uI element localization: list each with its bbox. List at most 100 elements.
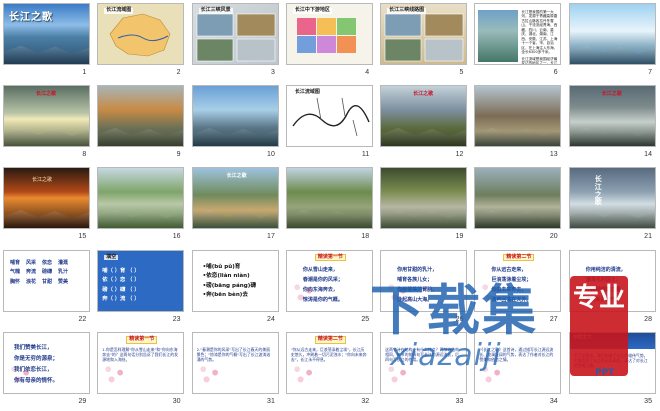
map-graphic	[384, 13, 464, 62]
slide-number: 30	[172, 397, 181, 405]
slide-thumbnail[interactable]: 长江之歌	[568, 85, 656, 148]
slide-thumbnail-cell[interactable]: 精读第一节 1.你是怎样理解"你从雪山走来"和"你向东海奔去"的？这两句话分别告诉…	[94, 329, 188, 411]
paragraph: 1.你是怎样理解"你从雪山走来"和"你向东海奔去"的？这两句话分别告诉了我们长江…	[102, 346, 178, 363]
slide-thumbnail[interactable]: 长江三峡风景	[191, 3, 279, 65]
slide-thumbnail-cell[interactable]: 长江之歌 1	[0, 0, 94, 82]
pinyin-line: •依恋(liàn niàn)	[202, 273, 250, 280]
landscape-shape	[286, 210, 372, 229]
flower-decoration	[98, 358, 133, 393]
slide-thumbnail-cell[interactable]: 16	[94, 164, 188, 246]
slide-thumbnail[interactable]: 长江之歌	[568, 167, 656, 230]
slide-number: 2	[176, 69, 181, 76]
poem-line: 春潮是你的风采；	[302, 276, 343, 283]
slide-thumbnail-cell[interactable]: 13	[471, 82, 565, 164]
slide-thumbnail[interactable]	[97, 85, 185, 148]
slide-thumbnail-cell[interactable]: 长江之歌 21	[566, 164, 660, 246]
slide-thumbnail[interactable]: 长江之歌	[3, 85, 90, 148]
slide-thumbnail[interactable]	[474, 85, 562, 148]
slide-thumbnail-cell[interactable]: 7	[566, 0, 660, 82]
vocab-row: 哺育 风采 依恋 灌溉	[10, 260, 68, 267]
slide-thumbnail[interactable]: 长江之歌	[191, 167, 279, 230]
slide-thumbnail[interactable]: 这两节诗在结构上有什么特点？两节诗结构相同，每节的前四句写长江的源远流长，后四句…	[380, 331, 468, 394]
poem-lines: 你从雪山走来， 春潮是你的风采； 你向东海奔去， 惊涛是你的气概。	[303, 265, 343, 305]
slide-number: 29	[78, 397, 87, 405]
poem-line: 你用健美的臂膀，	[397, 286, 438, 293]
vocab-word: 奔流	[26, 269, 37, 276]
slide-thumbnail-cell[interactable]: 你用甘甜的乳汁， 哺育各族儿女； 你用健美的臂膀， 挽起高山大海。 26	[377, 247, 471, 329]
landscape-shape	[98, 210, 184, 229]
slide-thumbnail[interactable]: 长江之歌	[380, 85, 468, 148]
slide-thumbnail-cell[interactable]: 《长江之歌》这首诗，通过描写长江源远流长、波澜壮阔的气势，表达了作者对长江的赞美…	[471, 329, 565, 411]
vocab-word: 胸怀	[10, 279, 21, 286]
slide-thumbnail-cell[interactable]: 填空 哺（ ）育 （ ） 依（ ）恋 （ ） 磅（ ）礴 （ ） 奔（ ）流 （ ） 23	[94, 247, 188, 329]
slide-thumbnail[interactable]: •哺(bǔ pǔ)育 •依恋(liàn niàn) •磅(bāng páng)礴 •奔…	[191, 249, 279, 312]
landscape-shape	[569, 45, 655, 64]
slide-thumbnail-cell[interactable]: 总结全文 学了这首诗，我们知道了长江的雄伟气势，也体会到了长江的无私奉献，表达了对…	[566, 329, 660, 411]
slide-thumbnail-cell[interactable]: 我们赞美长江， 你是无穷的源泉； 我们依恋长江， 你有母亲的情怀。 29	[0, 329, 94, 411]
slide-thumbnail[interactable]: 长江流域图	[97, 3, 185, 65]
slide-thumbnail[interactable]: 《长江之歌》这首诗，通过描写长江源远流长、波澜壮阔的气势，表达了作者对长江的赞美…	[474, 331, 562, 394]
slide-thumbnail-cell[interactable]: 精读第二节 你从远古走来， 巨浪荡涤着尘埃； 你向未来奔去， 涛声回荡在天外。 27	[471, 247, 565, 329]
slide-thumbnail-cell[interactable]: 长江之歌 17	[189, 164, 283, 246]
slide-thumbnail[interactable]: 你用纯洁的清流， 灌溉花的国土； 你用磅礴的力量， 推动新的时代。	[568, 249, 656, 312]
poem-line: 推动新的时代。	[585, 296, 621, 303]
slide-thumbnail[interactable]: 长江之歌	[3, 3, 90, 65]
slide-thumbnail[interactable]: 长江是我国的第一大河，发源于青藏高原唐古拉山脉各拉丹冬雪山，干流流经青海、西藏、…	[474, 3, 562, 65]
slide-thumbnail-cell[interactable]: 精读第一节 你从雪山走来， 春潮是你的风采； 你向东海奔去， 惊涛是你的气概。 25	[283, 247, 377, 329]
slide-thumbnail-cell[interactable]: 你用纯洁的清流， 灌溉花的国土； 你用磅礴的力量， 推动新的时代。 28	[566, 247, 660, 329]
slide-number: 11	[361, 151, 370, 159]
slide-thumbnail-cell[interactable]: 长江三峡风景 3	[189, 0, 283, 82]
slide-thumbnail[interactable]: 长江三峡线路图	[380, 3, 468, 65]
slide-thumbnail-cell[interactable]: 长江之歌 12	[377, 82, 471, 164]
slide-number: 14	[644, 151, 652, 159]
slide-thumbnail-cell[interactable]: 精读第二节 "你从远古走来，巨浪荡涤着尘埃"，长江历史悠久，冲刷着一切污泥浊水；"…	[283, 329, 377, 411]
slide-thumbnail[interactable]	[474, 167, 562, 230]
slide-thumbnail-cell[interactable]: 20	[471, 164, 565, 246]
slide-thumbnail[interactable]: 长江流域图	[285, 85, 373, 148]
slide-thumbnail[interactable]: 2."春潮是你的风采"写出了长江春天的美丽景色；"惊涛是你的气概"写出了长江波涛…	[191, 331, 279, 394]
slide-thumbnail-cell[interactable]: 长江之歌 14	[566, 82, 660, 164]
slide-thumbnail[interactable]: 长江中下游地区	[285, 3, 373, 65]
slide-thumbnail-cell[interactable]: 18	[283, 164, 377, 246]
slide-thumbnail-cell[interactable]: 长江中下游地区 4	[283, 0, 377, 82]
slide-thumbnail[interactable]: 总结全文 学了这首诗，我们知道了长江的雄伟气势，也体会到了长江的无私奉献，表达了对…	[568, 331, 656, 394]
slide-number: 25	[361, 315, 370, 323]
slide-thumbnail[interactable]	[380, 167, 468, 230]
slide-thumbnail-cell[interactable]: 长江三峡线路图 5	[377, 0, 471, 82]
landscape-shape	[4, 127, 89, 147]
slide-thumbnail[interactable]: 精读第二节 "你从远古走来，巨浪荡涤着尘埃"，长江历史悠久，冲刷着一切污泥浊水；"…	[285, 331, 373, 394]
slide-thumbnail-cell[interactable]: 长江之歌 8	[0, 82, 94, 164]
slide-thumbnail-cell[interactable]: 19	[377, 164, 471, 246]
paragraph: 长江是我国的第一大河，发源于青藏高原唐古拉山脉各拉丹冬雪山，干流流经青海、西藏、…	[521, 10, 558, 55]
paragraph: 2."春潮是你的风采"写出了长江春天的美丽景色；"惊涛是你的气概"写出了长江波涛…	[196, 346, 271, 363]
slide-thumbnail[interactable]: 精读第一节 1.你是怎样理解"你从雪山走来"和"你向东海奔去"的？这两句话分别告诉…	[97, 331, 185, 394]
slide-thumbnail[interactable]	[97, 167, 185, 230]
landscape-shape	[381, 127, 467, 147]
slide-title: 长江之歌	[601, 91, 622, 98]
landscape-shape	[98, 127, 184, 147]
section-badge: 精读第二节	[503, 253, 535, 262]
slide-thumbnail-cell[interactable]: 长江流域图 11	[283, 82, 377, 164]
slide-thumbnail[interactable]: 你用甘甜的乳汁， 哺育各族儿女； 你用健美的臂膀， 挽起高山大海。	[380, 249, 468, 312]
slide-thumbnail-cell[interactable]: 这两节诗在结构上有什么特点？两节诗结构相同，每节的前四句写长江的源远流长，后四句…	[377, 329, 471, 411]
slide-thumbnail-cell[interactable]: 长江流域图 2	[94, 0, 188, 82]
slide-thumbnail-cell[interactable]: 9	[94, 82, 188, 164]
slide-thumbnail-cell[interactable]: 长江之歌 15	[0, 164, 94, 246]
slide-thumbnail-cell[interactable]: 10	[189, 82, 283, 164]
poem-line: 你用甘甜的乳汁，	[397, 266, 438, 273]
slide-thumbnail[interactable]	[568, 3, 656, 65]
slide-thumbnail[interactable]: 我们赞美长江， 你是无穷的源泉； 我们依恋长江， 你有母亲的情怀。	[3, 331, 90, 394]
slide-thumbnail[interactable]: 填空 哺（ ）育 （ ） 依（ ）恋 （ ） 磅（ ）礴 （ ） 奔（ ）流 （ ）	[97, 249, 185, 312]
slide-thumbnail[interactable]	[285, 167, 373, 230]
slide-thumbnail-cell[interactable]: •哺(bǔ pǔ)育 •依恋(liàn niàn) •磅(bāng páng)礴 •奔…	[189, 247, 283, 329]
slide-thumbnail[interactable]: 哺育 风采 依恋 灌溉 气魄 奔流 磅礴 乳汁 胸怀 浪花 甘甜 赞美	[3, 249, 90, 312]
slide-thumbnail[interactable]: 长江之歌	[3, 167, 90, 230]
slide-thumbnail-cell[interactable]: 长江是我国的第一大河，发源于青藏高原唐古拉山脉各拉丹冬雪山，干流流经青海、西藏、…	[471, 0, 565, 82]
slide-thumbnail-cell[interactable]: 2."春潮是你的风采"写出了长江春天的美丽景色；"惊涛是你的气概"写出了长江波涛…	[189, 329, 283, 411]
slide-thumbnail[interactable]: 精读第二节 你从远古走来， 巨浪荡涤着尘埃； 你向未来奔去， 涛声回荡在天外。	[474, 249, 562, 312]
slide-number: 9	[176, 151, 181, 159]
slide-thumbnail-cell[interactable]: 哺育 风采 依恋 灌溉 气魄 奔流 磅礴 乳汁 胸怀 浪花 甘甜 赞美 22	[0, 247, 94, 329]
landscape-shape	[4, 45, 89, 64]
slide-thumbnail[interactable]	[191, 85, 279, 148]
slide-thumbnail[interactable]: 精读第一节 你从雪山走来， 春潮是你的风采； 你向东海奔去， 惊涛是你的气概。	[285, 249, 373, 312]
